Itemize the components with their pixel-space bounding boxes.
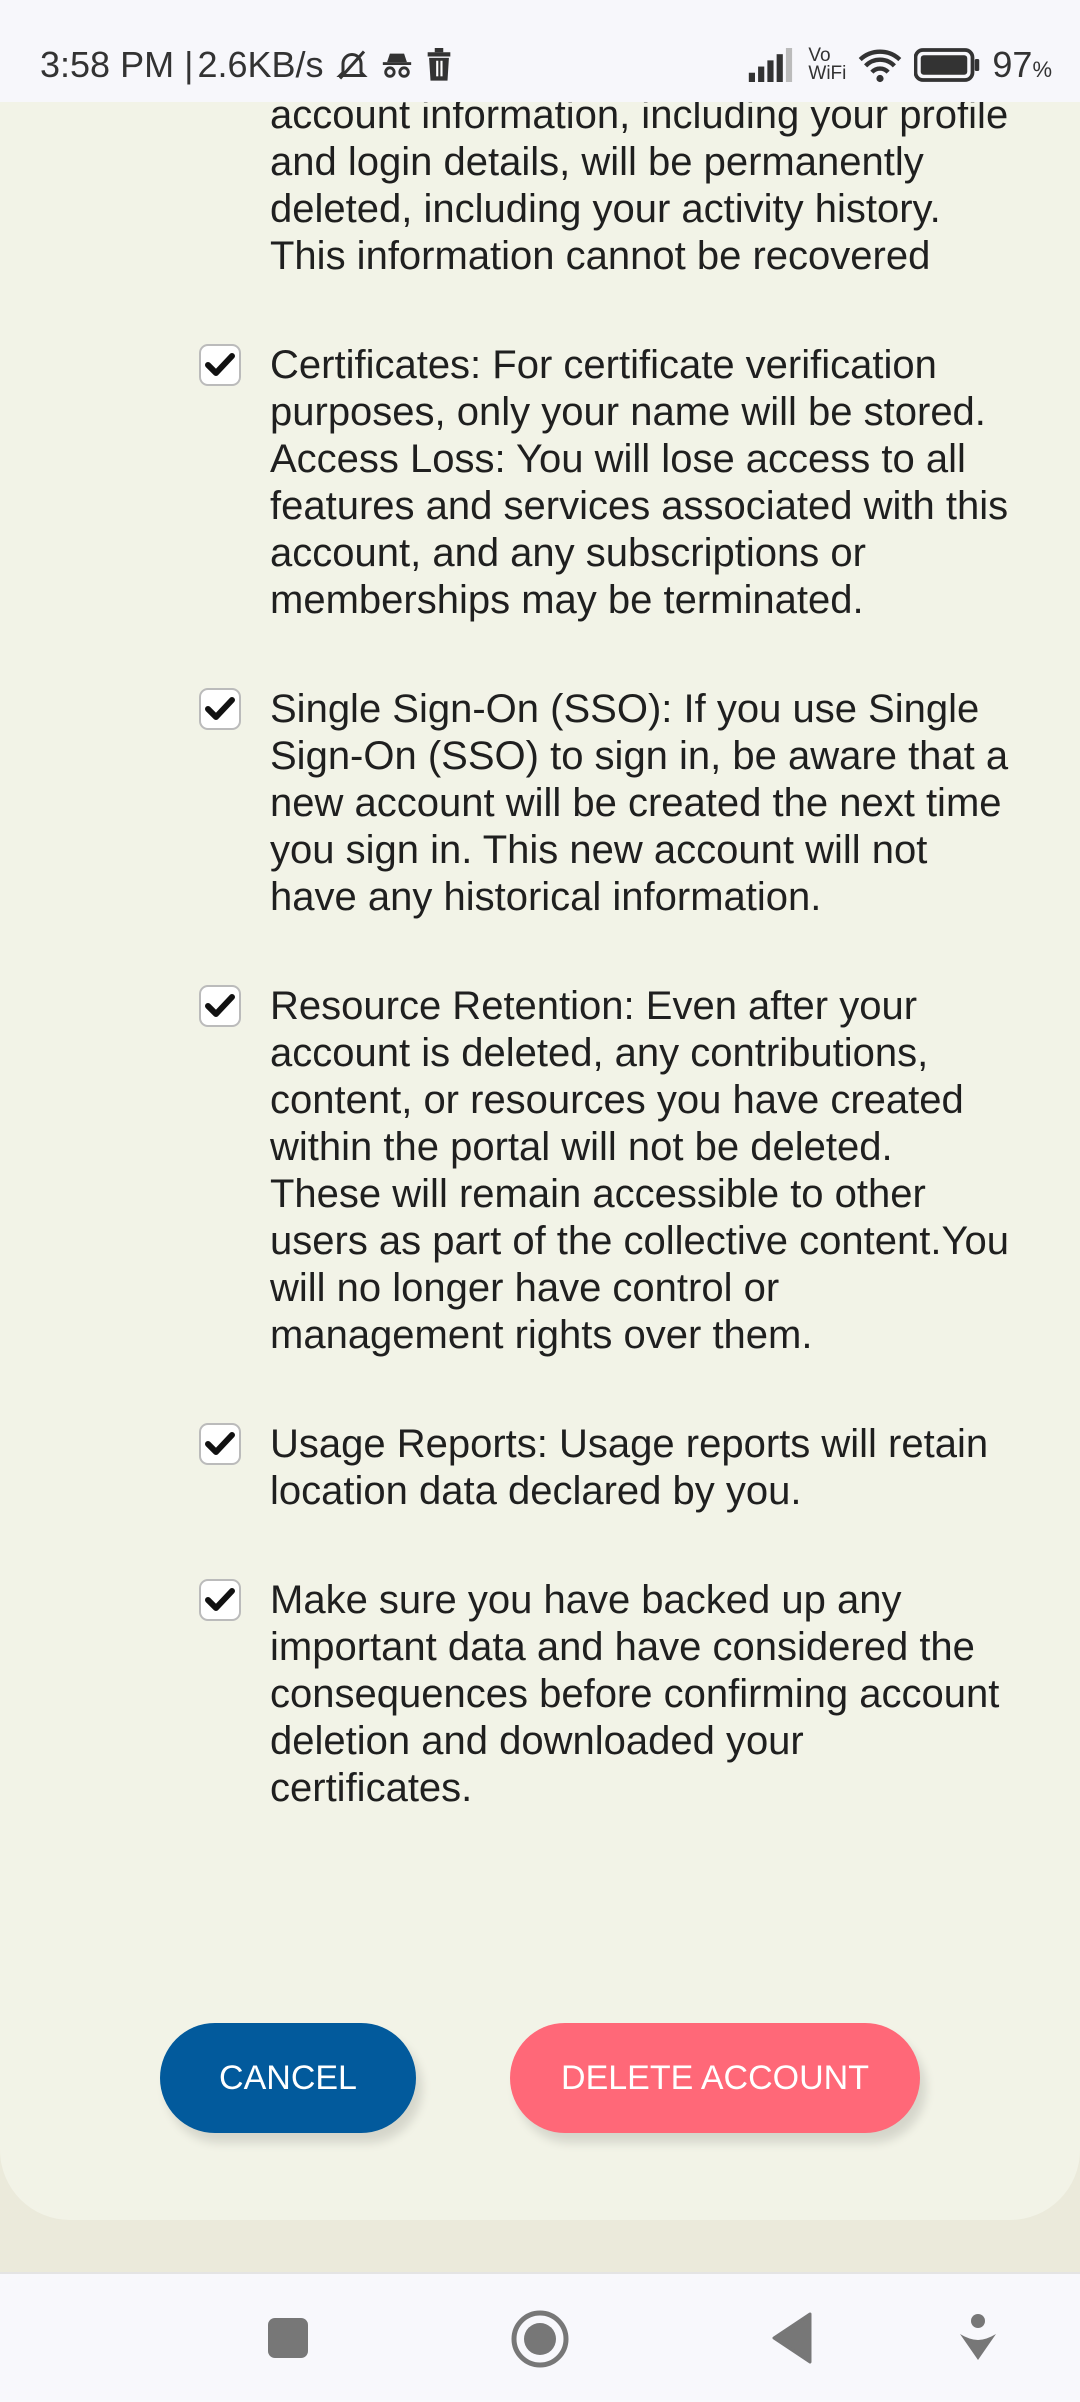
trash-icon	[427, 48, 450, 81]
checkmark-icon	[205, 697, 235, 720]
consent-item-backup[interactable]: Make sure you have backed up any importa…	[0, 1577, 1010, 1812]
consent-text: Usage Reports: Usage reports will retain…	[270, 1422, 989, 1513]
silent-bell-icon	[335, 50, 368, 80]
consent-item-certificates[interactable]: Certificates: For certificate verificati…	[0, 342, 1010, 624]
vowifi-bottom: WiFi	[808, 63, 847, 84]
delete-account-button[interactable]: DELETE ACCOUNT	[510, 2023, 920, 2133]
delete-account-card: Personal Information: Your personal acco…	[0, 0, 1080, 2220]
consent-text: Resource Retention: Even after your acco…	[270, 984, 1009, 1357]
consent-item-usage-reports[interactable]: Usage Reports: Usage reports will retain…	[0, 1421, 1010, 1515]
navigation-bar	[0, 2272, 1080, 2402]
consent-list: Personal Information: Your personal acco…	[0, 45, 1080, 1874]
checkmark-icon	[205, 994, 235, 1017]
cancel-button[interactable]: CANCEL	[160, 2023, 416, 2133]
battery-unit: %	[1032, 57, 1052, 82]
vowifi-icon: Vo WiFi	[808, 46, 847, 84]
signal-icon	[749, 48, 793, 82]
assistant-icon[interactable]	[958, 2312, 998, 2364]
separator: |	[184, 44, 194, 85]
checkbox[interactable]	[199, 985, 241, 1027]
checkbox[interactable]	[199, 1423, 241, 1465]
recents-icon[interactable]	[266, 2316, 310, 2360]
back-icon[interactable]	[772, 2312, 812, 2364]
consent-item-sso[interactable]: Single Sign-On (SSO): If you use Single …	[0, 686, 1010, 921]
clock: 3:58 PM	[40, 44, 175, 85]
wifi-icon	[859, 49, 902, 83]
consent-text: Make sure you have backed up any importa…	[270, 1578, 1000, 1810]
checkmark-icon	[205, 1432, 235, 1455]
checkmark-icon	[205, 353, 235, 376]
battery-percent: 97	[992, 44, 1033, 85]
battery-icon	[914, 48, 980, 82]
battery-level: 97%	[992, 44, 1052, 86]
checkbox[interactable]	[199, 688, 241, 730]
status-bar: 3:58 PM | 2.6KB/s Vo WiFi 97%	[0, 0, 1080, 102]
network-speed: 2.6KB/s	[197, 44, 324, 85]
consent-text: Certificates: For certificate verificati…	[270, 343, 1009, 622]
checkmark-icon	[205, 1588, 235, 1611]
consent-item-resource-retention[interactable]: Resource Retention: Even after your acco…	[0, 983, 1010, 1359]
home-icon[interactable]	[510, 2309, 570, 2369]
checkbox[interactable]	[199, 344, 241, 386]
incognito-icon	[382, 53, 411, 78]
consent-text: Single Sign-On (SSO): If you use Single …	[270, 687, 1009, 919]
checkbox[interactable]	[199, 1579, 241, 1621]
